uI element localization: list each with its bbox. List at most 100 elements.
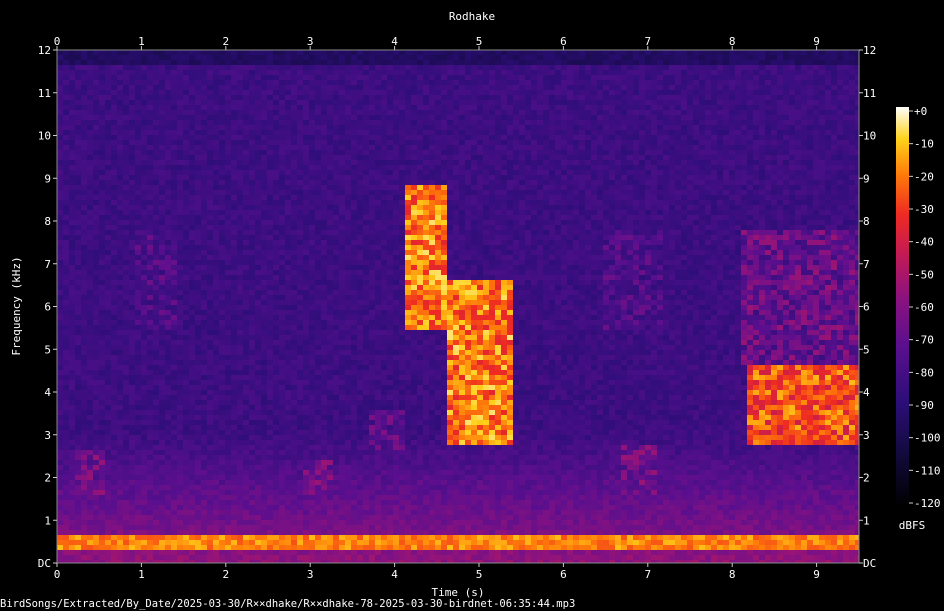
heatmap-cell (111, 160, 117, 165)
heatmap-cell (213, 250, 219, 255)
heatmap-cell (231, 275, 237, 280)
heatmap-cell (117, 175, 123, 180)
heatmap-cell (105, 145, 111, 150)
heatmap-cell (81, 450, 87, 455)
heatmap-cell (111, 540, 117, 545)
heatmap-cell (69, 395, 75, 400)
heatmap-cell (135, 375, 141, 380)
heatmap-cell (153, 200, 159, 205)
heatmap-cell (243, 160, 249, 165)
heatmap-cell (189, 460, 195, 465)
heatmap-cell (249, 85, 255, 90)
heatmap-cell (207, 190, 213, 195)
heatmap-cell (183, 125, 189, 130)
heatmap-cell (135, 170, 141, 175)
heatmap-cell (141, 210, 147, 215)
heatmap-cell (99, 360, 105, 365)
heatmap-cell (321, 315, 327, 320)
heatmap-cell (303, 460, 309, 465)
heatmap-cell (213, 515, 219, 520)
heatmap-cell (255, 290, 261, 295)
heatmap-cell (105, 190, 111, 195)
heatmap-cell (105, 525, 111, 530)
heatmap-cell (87, 315, 93, 320)
heatmap-cell (219, 205, 225, 210)
heatmap-cell (201, 270, 207, 275)
heatmap-cell (141, 175, 147, 180)
heatmap-cell (237, 340, 243, 345)
heatmap-cell (69, 195, 75, 200)
heatmap-cell (285, 180, 291, 185)
heatmap-cell (339, 475, 345, 480)
heatmap-cell (195, 375, 201, 380)
heatmap-cell (195, 550, 201, 555)
heatmap-cell (303, 380, 309, 385)
heatmap-cell (291, 250, 297, 255)
heatmap-cell (327, 180, 333, 185)
heatmap-cell (219, 535, 225, 540)
heatmap-cell (261, 445, 267, 450)
heatmap-cell (183, 270, 189, 275)
heatmap-cell (57, 500, 63, 505)
heatmap-cell (207, 140, 213, 145)
heatmap-cell (327, 125, 333, 130)
heatmap-cell (105, 315, 111, 320)
heatmap-cell (339, 455, 345, 460)
heatmap-cell (75, 315, 81, 320)
heatmap-cell (231, 85, 237, 90)
heatmap-cell (231, 355, 237, 360)
heatmap-cell (129, 425, 135, 430)
heatmap-cell (279, 485, 285, 490)
heatmap-cell (81, 305, 87, 310)
heatmap-cell (285, 65, 291, 70)
heatmap-cell (303, 285, 309, 290)
heatmap-cell (291, 165, 297, 170)
heatmap-cell (189, 425, 195, 430)
heatmap-cell (327, 330, 333, 335)
heatmap-cell (225, 75, 231, 80)
heatmap-cell (153, 105, 159, 110)
heatmap-cell (63, 480, 69, 485)
heatmap-cell (195, 285, 201, 290)
heatmap-cell (333, 550, 339, 555)
heatmap-cell (303, 385, 309, 390)
heatmap-cell (57, 400, 63, 405)
heatmap-cell (159, 145, 165, 150)
heatmap-cell (183, 260, 189, 265)
heatmap-cell (201, 555, 207, 560)
heatmap-cell (135, 450, 141, 455)
heatmap-cell (189, 230, 195, 235)
heatmap-cell (105, 265, 111, 270)
heatmap-cell (207, 515, 213, 520)
heatmap-cell (255, 510, 261, 515)
heatmap-cell (183, 265, 189, 270)
heatmap-cell (93, 190, 99, 195)
heatmap-cell (225, 225, 231, 230)
heatmap-cell (63, 305, 69, 310)
heatmap-cell (219, 325, 225, 330)
heatmap-cell (279, 100, 285, 105)
heatmap-cell (225, 170, 231, 175)
heatmap-cell (87, 120, 93, 125)
heatmap-cell (99, 115, 105, 120)
heatmap-cell (285, 155, 291, 160)
heatmap-cell (327, 230, 333, 235)
heatmap-cell (135, 530, 141, 535)
heatmap-cell (75, 365, 81, 370)
heatmap-cell (255, 335, 261, 340)
heatmap-cell (111, 75, 117, 80)
heatmap-cell (315, 385, 321, 390)
heatmap-cell (237, 390, 243, 395)
heatmap-cell (261, 190, 267, 195)
heatmap-cell (327, 380, 333, 385)
heatmap-cell (201, 175, 207, 180)
heatmap-cell (261, 135, 267, 140)
heatmap-cell (189, 250, 195, 255)
heatmap-cell (321, 295, 327, 300)
heatmap-cell (261, 385, 267, 390)
heatmap-cell (171, 105, 177, 110)
heatmap-cell (63, 100, 69, 105)
heatmap-cell (243, 325, 249, 330)
heatmap-cell (147, 355, 153, 360)
heatmap-cell (237, 360, 243, 365)
